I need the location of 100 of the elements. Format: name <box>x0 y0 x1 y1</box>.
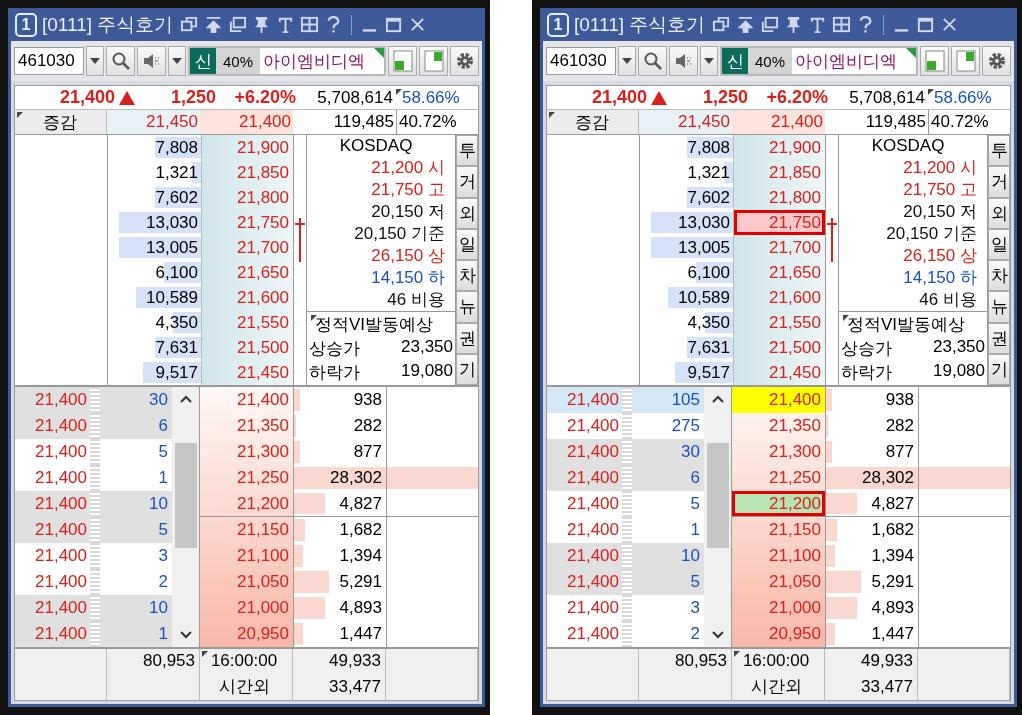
window-copy-icon[interactable] <box>228 15 248 34</box>
ask-price[interactable]: 21,650 <box>202 260 293 285</box>
side-tab[interactable]: 외 <box>988 197 1010 229</box>
bid-price[interactable]: 21,050 <box>200 569 293 595</box>
ask-price[interactable]: 21,750 <box>734 210 825 235</box>
side-tab[interactable]: 일 <box>456 228 478 260</box>
price-info-line: 26,150 상 <box>902 245 978 267</box>
bid-price[interactable]: 21,400 <box>200 387 293 413</box>
layout-button[interactable] <box>920 46 949 76</box>
maximize-icon[interactable] <box>384 15 404 34</box>
speaker-button[interactable] <box>137 46 166 76</box>
bid-price[interactable]: 21,050 <box>732 569 825 595</box>
scroll-up-icon[interactable] <box>711 395 724 403</box>
tick-price: 21,400 <box>547 439 622 465</box>
dropdown-button[interactable] <box>168 46 186 76</box>
side-tab[interactable]: 거 <box>988 166 1010 198</box>
side-tab[interactable]: 차 <box>988 260 1010 292</box>
ask-price[interactable]: 21,900 <box>202 135 293 160</box>
ask-price[interactable]: 21,500 <box>202 335 293 360</box>
bid-price[interactable]: 21,150 <box>732 517 825 543</box>
scroll-thumb[interactable] <box>174 443 197 548</box>
ask-price[interactable]: 21,600 <box>734 285 825 310</box>
grid-icon[interactable] <box>300 15 320 34</box>
tick-stripe <box>622 413 632 439</box>
dropdown-button[interactable] <box>86 46 104 76</box>
bid-price[interactable]: 21,000 <box>732 595 825 621</box>
ask-price[interactable]: 21,750 <box>202 210 293 235</box>
restore-windows-icon[interactable] <box>180 15 200 34</box>
side-tab[interactable]: 일 <box>988 228 1010 260</box>
side-tab[interactable]: 뉴 <box>988 291 1010 323</box>
ask-price[interactable]: 21,700 <box>202 235 293 260</box>
ask-price[interactable]: 21,800 <box>202 185 293 210</box>
code-field[interactable]: 461030 <box>546 47 616 75</box>
ask-price[interactable]: 21,500 <box>734 335 825 360</box>
bid-price[interactable]: 20,950 <box>732 621 825 647</box>
ask-price[interactable]: 21,650 <box>734 260 825 285</box>
scroll-bar[interactable] <box>172 387 200 647</box>
best-bid-price: 21,400 <box>200 110 293 134</box>
settings-button[interactable] <box>982 46 1011 76</box>
dropdown-button[interactable] <box>700 46 718 76</box>
bid-price[interactable]: 21,150 <box>200 517 293 543</box>
vi-label: 하락가 <box>309 362 360 385</box>
bid-price[interactable]: 21,250 <box>732 465 825 491</box>
settings-button[interactable] <box>450 46 479 76</box>
dropdown-button[interactable] <box>618 46 636 76</box>
ask-price[interactable]: 21,800 <box>734 185 825 210</box>
bid-price[interactable]: 21,100 <box>732 543 825 569</box>
maximize-icon[interactable] <box>916 15 936 34</box>
scroll-thumb[interactable] <box>706 443 729 548</box>
arrow-up-bar-icon[interactable] <box>736 15 756 34</box>
ask-price[interactable]: 21,850 <box>734 160 825 185</box>
arrow-up-bar-icon[interactable] <box>204 15 224 34</box>
speaker-button[interactable] <box>669 46 698 76</box>
ask-quantity: 13,005 <box>146 237 199 258</box>
bid-price[interactable]: 21,100 <box>200 543 293 569</box>
side-tab[interactable]: 권 <box>456 322 478 354</box>
ask-price[interactable]: 21,600 <box>202 285 293 310</box>
grid-icon[interactable] <box>832 15 852 34</box>
side-tab[interactable]: 차 <box>456 260 478 292</box>
bid-price[interactable]: 20,950 <box>200 621 293 647</box>
side-tab[interactable]: 뉴 <box>456 291 478 323</box>
bid-price[interactable]: 21,000 <box>200 595 293 621</box>
restore-windows-icon[interactable] <box>712 15 732 34</box>
speaker-icon <box>141 51 162 71</box>
ask-price[interactable]: 21,550 <box>202 310 293 335</box>
search-button[interactable] <box>106 46 135 76</box>
scroll-bar[interactable] <box>704 387 732 647</box>
side-tab[interactable]: 투 <box>988 135 1010 167</box>
bid-price[interactable]: 21,300 <box>732 439 825 465</box>
ask-price[interactable]: 21,900 <box>734 135 825 160</box>
bid-price[interactable]: 21,200 <box>200 491 293 517</box>
ask-price[interactable]: 21,550 <box>734 310 825 335</box>
corner-triangle-icon <box>843 314 849 321</box>
search-button[interactable] <box>638 46 667 76</box>
layout-button[interactable] <box>388 46 417 76</box>
price-info-line: 14,150 하 <box>370 267 446 289</box>
layout-button[interactable] <box>419 46 448 76</box>
tick-price: 21,400 <box>547 569 622 595</box>
scroll-down-icon[interactable] <box>179 631 192 639</box>
side-tab[interactable]: 거 <box>456 166 478 198</box>
ask-price[interactable]: 21,450 <box>202 360 293 385</box>
code-field[interactable]: 461030 <box>14 47 84 75</box>
scroll-up-icon[interactable] <box>179 395 192 403</box>
bid-price[interactable]: 21,250 <box>200 465 293 491</box>
ask-price[interactable]: 21,450 <box>734 360 825 385</box>
bid-price[interactable]: 21,200 <box>732 491 825 517</box>
side-tab[interactable]: 기 <box>988 353 1010 385</box>
bid-price[interactable]: 21,350 <box>732 413 825 439</box>
window-copy-icon[interactable] <box>760 15 780 34</box>
side-tab[interactable]: 외 <box>456 197 478 229</box>
side-tab[interactable]: 기 <box>456 353 478 385</box>
layout-button[interactable] <box>951 46 980 76</box>
scroll-down-icon[interactable] <box>711 631 724 639</box>
bid-price[interactable]: 21,350 <box>200 413 293 439</box>
side-tab[interactable]: 권 <box>988 322 1010 354</box>
ask-price[interactable]: 21,850 <box>202 160 293 185</box>
bid-price[interactable]: 21,400 <box>732 387 825 413</box>
bid-price[interactable]: 21,300 <box>200 439 293 465</box>
side-tab[interactable]: 투 <box>456 135 478 167</box>
ask-price[interactable]: 21,700 <box>734 235 825 260</box>
